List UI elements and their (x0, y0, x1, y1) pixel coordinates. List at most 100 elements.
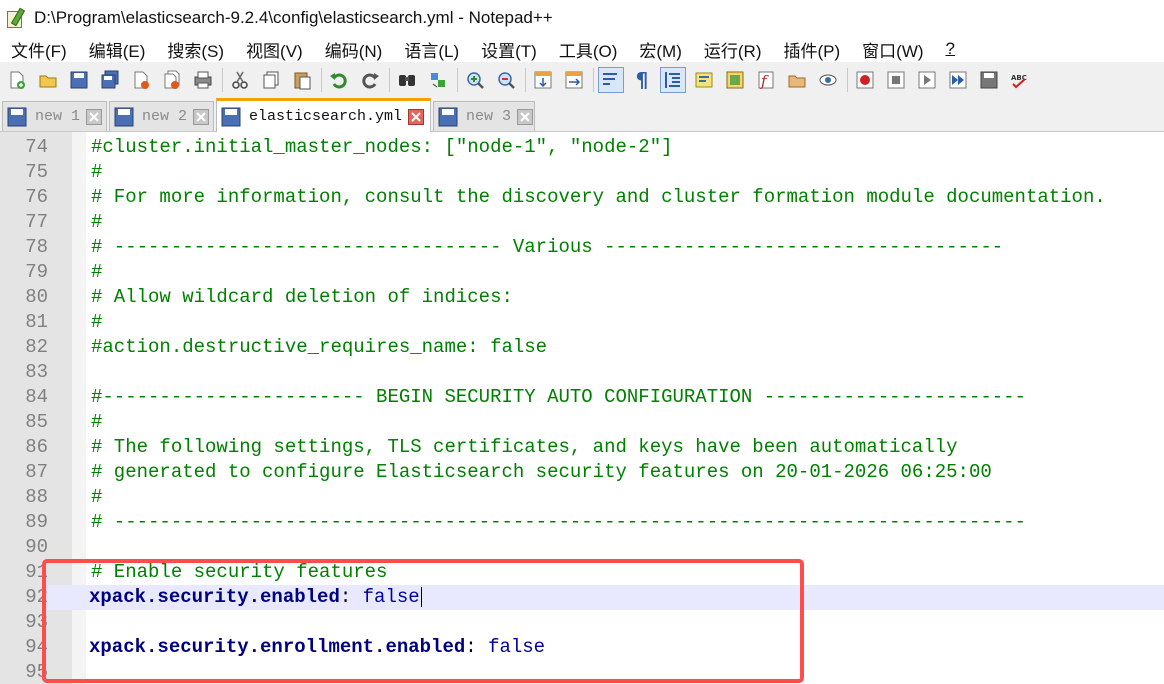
indent-guide-icon[interactable] (660, 66, 686, 93)
tab-new-2[interactable]: new 2 (109, 101, 214, 131)
editor-line[interactable]: 83 (0, 360, 1164, 385)
editor-line[interactable]: 81 # (0, 310, 1164, 335)
editor[interactable]: 74 #cluster.initial_master_nodes: ["node-… (0, 132, 1164, 684)
stop-macro-icon[interactable] (883, 67, 909, 93)
print-icon[interactable] (190, 67, 216, 93)
record-macro-icon[interactable] (852, 67, 878, 93)
menu-plugins[interactable]: 插件(P) (772, 37, 851, 62)
save-macro-icon[interactable] (976, 67, 1002, 93)
editor-line[interactable]: 77 # (0, 210, 1164, 235)
play-macro-icon[interactable] (914, 67, 940, 93)
line-number: 82 (25, 336, 48, 358)
editor-line[interactable]: 82 #action.destructive_requires_name: fal… (0, 335, 1164, 360)
folder-workspace-icon[interactable] (784, 67, 810, 93)
editor-line[interactable]: 78 # ---------------------------------- V… (0, 235, 1164, 260)
function-list-icon[interactable]: f (753, 67, 779, 93)
close-all-icon[interactable] (159, 67, 185, 93)
undo-icon[interactable] (326, 67, 352, 93)
saved-file-icon (7, 107, 27, 126)
editor-line[interactable]: 84 #----------------------- BEGIN SECURIT… (0, 385, 1164, 410)
copy-icon[interactable] (258, 67, 284, 93)
line-number: 75 (25, 161, 48, 183)
run-macro-multiple-icon[interactable] (945, 67, 971, 93)
tab-label: new 3 (466, 108, 512, 125)
save-icon[interactable] (66, 67, 92, 93)
editor-line[interactable]: 87 # generated to configure Elasticsearch… (0, 460, 1164, 485)
line-number: 89 (25, 511, 48, 533)
editor-line[interactable]: 85 # (0, 410, 1164, 435)
menu-tools[interactable]: 工具(O) (548, 37, 629, 62)
line-number: 85 (25, 411, 48, 433)
tab-close-icon[interactable] (408, 108, 425, 125)
save-all-icon[interactable] (97, 67, 123, 93)
menu-window[interactable]: 窗口(W) (851, 37, 934, 62)
tab-elasticsearch-yml[interactable]: elasticsearch.yml (216, 98, 431, 132)
tab-close-icon[interactable] (517, 108, 534, 125)
toolbar-separator (389, 67, 390, 92)
line-number: 77 (25, 211, 48, 233)
editor-line[interactable]: 89 # ------------------------------------… (0, 510, 1164, 535)
editor-line[interactable]: 76 # For more information, consult the di… (0, 185, 1164, 210)
replace-icon[interactable] (425, 67, 451, 93)
toolbar-separator (847, 67, 848, 92)
sync-horizontal-icon[interactable] (561, 67, 587, 93)
tab-label: new 2 (142, 108, 188, 125)
line-text: # generated to configure Elasticsearch s… (91, 461, 992, 483)
editor-line[interactable]: 90 (0, 535, 1164, 560)
menu-language[interactable]: 语言(L) (393, 37, 470, 62)
editor-line[interactable]: 75 # (0, 160, 1164, 185)
zoom-in-icon[interactable] (462, 67, 488, 93)
menu-settings[interactable]: 设置(T) (470, 37, 548, 62)
show-all-chars-icon[interactable]: ¶ (629, 67, 655, 93)
line-text: #----------------------- BEGIN SECURITY … (91, 386, 1026, 408)
line-number: 95 (25, 661, 48, 683)
tab-new-1[interactable]: new 1 (2, 101, 107, 131)
open-file-icon[interactable] (35, 67, 61, 93)
line-text: # For more information, consult the disc… (91, 186, 1106, 208)
toolbar: ¶ f ABC (0, 62, 1164, 97)
menu-encoding[interactable]: 编码(N) (314, 37, 394, 62)
word-wrap-icon[interactable] (598, 66, 624, 93)
monitoring-icon[interactable] (815, 67, 841, 93)
cut-icon[interactable] (227, 67, 253, 93)
redo-icon[interactable] (357, 67, 383, 93)
toolbar-separator (525, 67, 526, 92)
editor-line[interactable]: 88 # (0, 485, 1164, 510)
menu-macro[interactable]: 宏(M) (628, 37, 692, 62)
line-number: 91 (25, 561, 48, 583)
zoom-out-icon[interactable] (493, 67, 519, 93)
line-number: 93 (25, 611, 48, 633)
tab-close-icon[interactable] (193, 108, 210, 125)
line-number: 84 (25, 386, 48, 408)
toolbar-separator (222, 67, 223, 92)
menu-search[interactable]: 搜索(S) (156, 37, 235, 62)
menu-bar: 文件(F) 编辑(E) 搜索(S) 视图(V) 编码(N) 语言(L) 设置(T… (0, 36, 1164, 62)
editor-line[interactable]: 79 # (0, 260, 1164, 285)
new-file-icon[interactable] (4, 67, 30, 93)
tab-new-3[interactable]: new 3 (433, 101, 535, 131)
line-text: # Allow wildcard deletion of indices: (91, 286, 513, 308)
udl-icon[interactable] (691, 67, 717, 93)
menu-run[interactable]: 运行(R) (693, 37, 773, 62)
menu-file[interactable]: 文件(F) (0, 37, 78, 62)
find-icon[interactable] (394, 67, 420, 93)
editor-line[interactable]: 86 # The following settings, TLS certific… (0, 435, 1164, 460)
saved-file-icon (221, 107, 241, 126)
window-title: D:\Program\elasticsearch-9.2.4\config\el… (34, 8, 553, 27)
close-icon[interactable] (128, 67, 154, 93)
tab-close-icon[interactable] (86, 108, 103, 125)
paste-icon[interactable] (289, 67, 315, 93)
line-number: 88 (25, 486, 48, 508)
title-bar: D:\Program\elasticsearch-9.2.4\config\el… (0, 0, 1164, 36)
menu-view[interactable]: 视图(V) (235, 37, 314, 62)
line-text: # (91, 161, 103, 183)
doc-map-icon[interactable] (722, 67, 748, 93)
saved-file-icon (438, 107, 458, 126)
sync-vertical-icon[interactable] (530, 67, 556, 93)
line-text: #cluster.initial_master_nodes: ["node-1"… (91, 136, 673, 158)
menu-help[interactable]: ? (935, 39, 966, 59)
editor-line[interactable]: 74 #cluster.initial_master_nodes: ["node-… (0, 135, 1164, 160)
menu-edit[interactable]: 编辑(E) (78, 37, 157, 62)
editor-line[interactable]: 80 # Allow wildcard deletion of indices: (0, 285, 1164, 310)
spell-check-icon[interactable]: ABC (1007, 67, 1033, 93)
